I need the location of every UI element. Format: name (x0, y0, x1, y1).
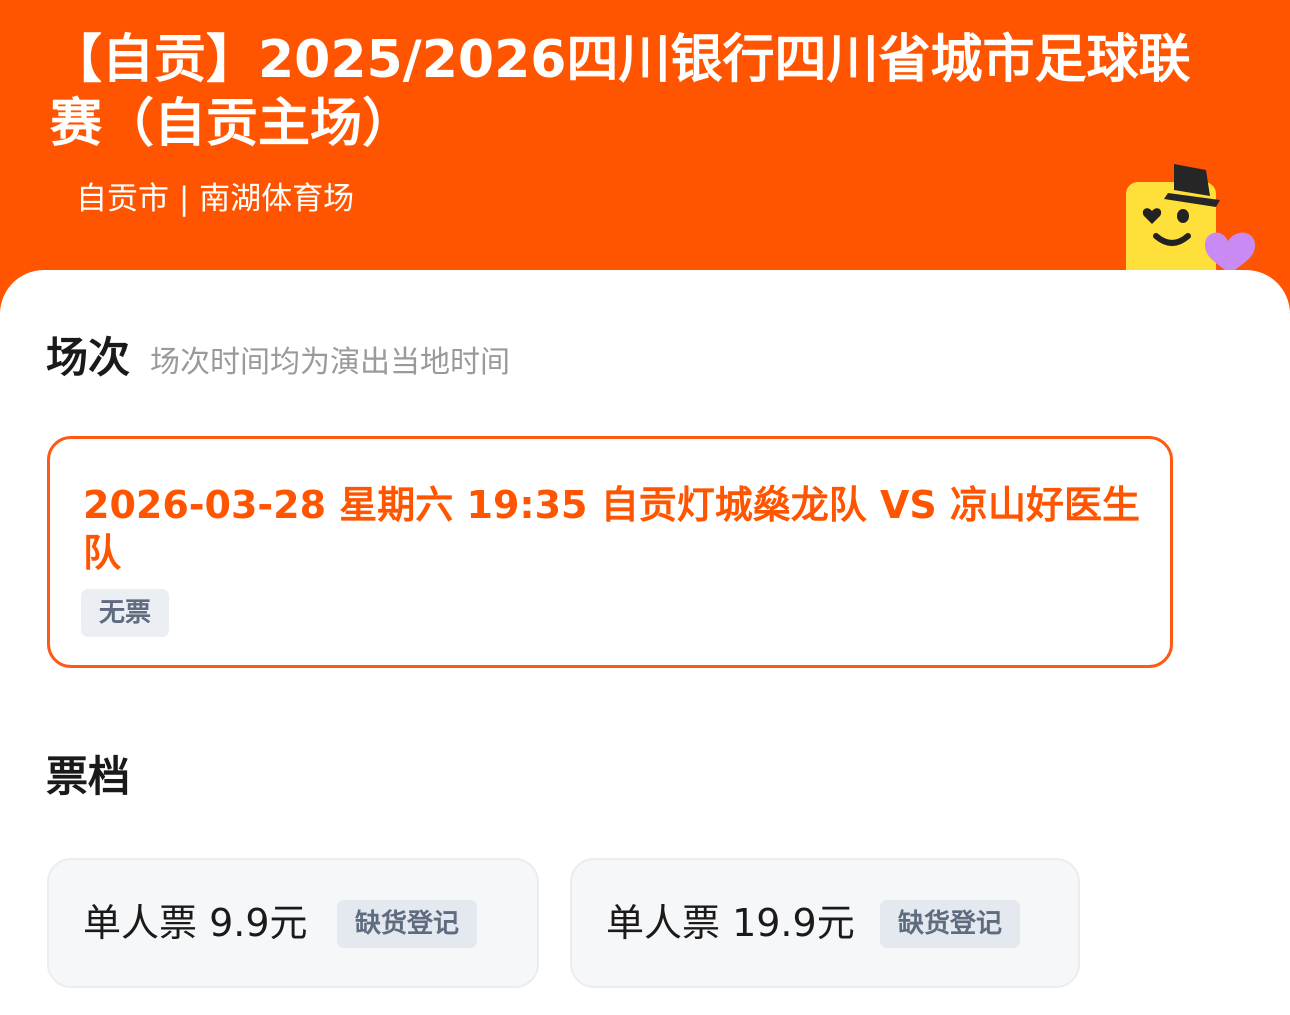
sold-out-badge: 无票 (81, 589, 170, 637)
session-date-and-match: 2026-03-28 星期六 19:35 自贡灯城燊龙队 VS 凉山好医生队 (83, 483, 1140, 575)
out-of-stock-register-button[interactable]: 缺货登记 (337, 900, 478, 948)
ticket-tiers-title: 票档 (46, 752, 131, 801)
out-of-stock-register-button[interactable]: 缺货登记 (880, 900, 1021, 948)
sessions-title: 场次 (46, 333, 131, 382)
ticket-tier-label: 单人票 9.9元 (83, 901, 308, 945)
ticket-selection-panel: 场次 场次时间均为演出当地时间 2026-03-28 星期六 19:35 自贡灯… (0, 270, 1290, 1015)
mascot-icon (1126, 164, 1256, 278)
ticket-tier-9-9[interactable]: 单人票 9.9元 缺货登记 (47, 858, 539, 988)
event-title: 【自贡】2025/2026四川银行四川省城市足球联赛（自贡主场） (50, 30, 1191, 154)
ticket-tier-19-9[interactable]: 单人票 19.9元 缺货登记 (570, 858, 1080, 988)
event-venue: 自贡市 | 南湖体育场 (76, 181, 355, 217)
session-option-selected[interactable]: 2026-03-28 星期六 19:35 自贡灯城燊龙队 VS 凉山好医生队 无… (47, 436, 1173, 668)
sessions-header: 场次 场次时间均为演出当地时间 (46, 330, 510, 391)
ticket-tier-label: 单人票 19.9元 (606, 901, 855, 945)
sessions-time-note: 场次时间均为演出当地时间 (150, 345, 511, 380)
ticket-tiers-header: 票档 (46, 749, 130, 805)
